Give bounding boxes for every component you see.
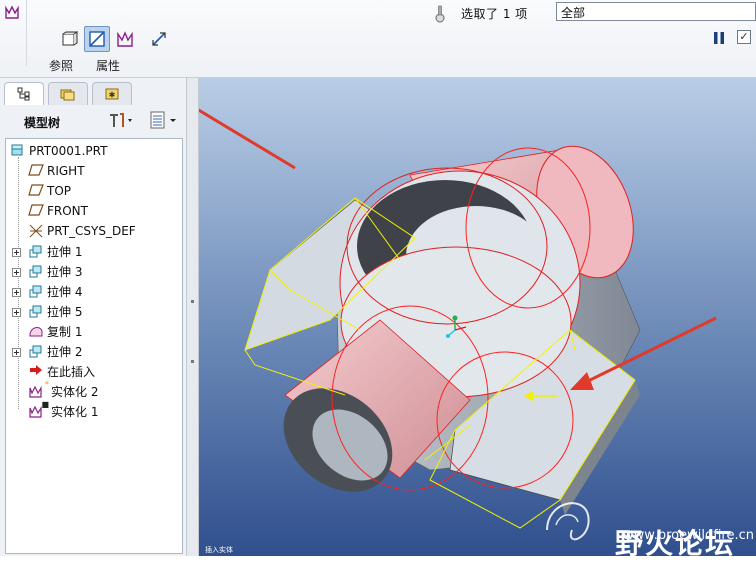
- tree-item[interactable]: ■ 实体化 1: [28, 400, 99, 421]
- tree-item-label: TOP: [47, 184, 72, 198]
- navigator-splitter[interactable]: [187, 78, 199, 556]
- flip-direction-icon: [152, 32, 166, 46]
- tree-item[interactable]: RIGHT: [28, 161, 85, 181]
- tree-item[interactable]: TOP: [28, 181, 71, 201]
- expand-plus-icon[interactable]: [12, 306, 21, 317]
- part-icon: [10, 143, 26, 159]
- tree-item-label: 拉伸 5: [47, 304, 83, 319]
- tree-item[interactable]: 拉伸 5: [12, 301, 83, 321]
- show-options-button[interactable]: [148, 110, 180, 130]
- tree-item-label: 实体化 2: [51, 384, 99, 399]
- model-tree-header: 模型树: [0, 106, 186, 134]
- flip-direction-button[interactable]: [146, 26, 172, 52]
- splitter-grip: [191, 300, 194, 303]
- solid-body-icon: [62, 31, 78, 46]
- model-tree-tab-icon: [17, 87, 30, 101]
- graphics-window[interactable]: [199, 78, 756, 556]
- tree-item[interactable]: 在此插入: [28, 361, 95, 381]
- feature-status-marker: *: [45, 380, 49, 389]
- tree-item[interactable]: 拉伸 1: [12, 241, 83, 261]
- dashboard-separator: [26, 0, 27, 66]
- solidify-feature-icon: [4, 4, 22, 20]
- datum-plane-icon: [28, 183, 44, 199]
- remove-material-toggle-button[interactable]: [84, 26, 110, 52]
- tree-item-label: 在此插入: [47, 364, 96, 379]
- tree-item-label: 拉伸 1: [47, 244, 83, 259]
- extrude-icon: [28, 283, 44, 299]
- surface-patch-icon: [117, 31, 133, 47]
- datum-plane-icon: [28, 203, 44, 219]
- extrude-icon: [28, 343, 44, 359]
- extrude-icon: [28, 243, 44, 259]
- selection-filter-select[interactable]: 全部: [556, 2, 756, 21]
- tree-item-label: RIGHT: [47, 164, 85, 178]
- datum-plane-icon: [28, 163, 44, 179]
- extrude-icon: [28, 263, 44, 279]
- tree-connector: [18, 157, 19, 409]
- watermark-url: www.proewildfire.cn: [623, 528, 754, 543]
- extrude-icon: [28, 303, 44, 319]
- tree-item[interactable]: PRT_CSYS_DEF: [28, 221, 136, 241]
- show-list-icon: [150, 111, 176, 129]
- remove-material-icon: [89, 31, 105, 47]
- feature-status-marker: ■: [41, 400, 49, 409]
- model-viewport: [199, 108, 717, 541]
- solidify-dashboard: 参照 属性 选取了 1 项 全部 ✓: [0, 0, 756, 78]
- copy-icon: [28, 323, 44, 339]
- expand-plus-icon[interactable]: [12, 266, 21, 277]
- properties-tab[interactable]: 属性: [96, 57, 120, 74]
- solidify-icon: *: [28, 380, 49, 399]
- status-text: 插入实体: [205, 546, 233, 554]
- tree-settings-button[interactable]: [108, 110, 134, 130]
- pause-button[interactable]: [712, 31, 726, 45]
- tree-item-label: 拉伸 3: [47, 264, 83, 279]
- solidify-icon: ■: [28, 400, 49, 419]
- favorites-icon: ✱: [105, 88, 119, 100]
- tree-item-label: FRONT: [47, 204, 88, 218]
- selection-status: 选取了 1 项: [461, 7, 528, 21]
- tree-item-label: PRT0001.PRT: [29, 144, 108, 158]
- expand-plus-icon[interactable]: [12, 286, 21, 297]
- svg-text:✱: ✱: [109, 91, 116, 100]
- splitter-grip: [191, 360, 194, 363]
- tree-item[interactable]: 拉伸 3: [12, 261, 83, 281]
- folder-browser-tab[interactable]: [48, 82, 88, 105]
- favorites-tab[interactable]: ✱: [92, 82, 132, 105]
- references-tab[interactable]: 参照: [49, 57, 73, 74]
- insert-here-arrow-icon: [28, 363, 44, 379]
- expand-plus-icon[interactable]: [12, 346, 21, 357]
- model-tree-tab[interactable]: [4, 82, 44, 105]
- tree-item-label: 拉伸 4: [47, 284, 83, 299]
- settings-tools-icon: [110, 113, 132, 127]
- tree-item[interactable]: 拉伸 2: [12, 341, 83, 361]
- ok-checkmark-button[interactable]: ✓: [737, 30, 751, 44]
- tree-item[interactable]: 复制 1: [28, 321, 82, 341]
- expand-plus-icon[interactable]: [12, 246, 21, 257]
- tree-item-label: 实体化 1: [51, 404, 99, 419]
- tree-item-label: 复制 1: [47, 324, 83, 339]
- tree-item[interactable]: 拉伸 4: [12, 281, 83, 301]
- navigator-tabs: ✱: [4, 82, 132, 106]
- tree-item-label: 拉伸 2: [47, 344, 83, 359]
- model-tree: PRT0001.PRT RIGHT TOP FRONT PRT_CSYS_DEF 拉伸 1…: [5, 138, 183, 554]
- tree-item[interactable]: * 实体化 2: [28, 380, 99, 401]
- model-tree-title: 模型树: [24, 116, 61, 130]
- solid-body-toggle-button[interactable]: [56, 26, 82, 52]
- tree-item-label: PRT_CSYS_DEF: [47, 224, 136, 238]
- folder-browser-icon: [60, 89, 75, 101]
- navigator-panel: ✱ 模型树 PRT0001.PRT RIGHT TOP FRONT PRT_CSYS_D…: [0, 78, 187, 556]
- pause-icon: [714, 32, 724, 44]
- tree-item[interactable]: PRT0001.PRT: [10, 141, 107, 161]
- csys-icon: [28, 223, 44, 239]
- surface-patch-toggle-button[interactable]: [112, 26, 138, 52]
- tree-item[interactable]: FRONT: [28, 201, 88, 221]
- pin-icon: [434, 4, 446, 24]
